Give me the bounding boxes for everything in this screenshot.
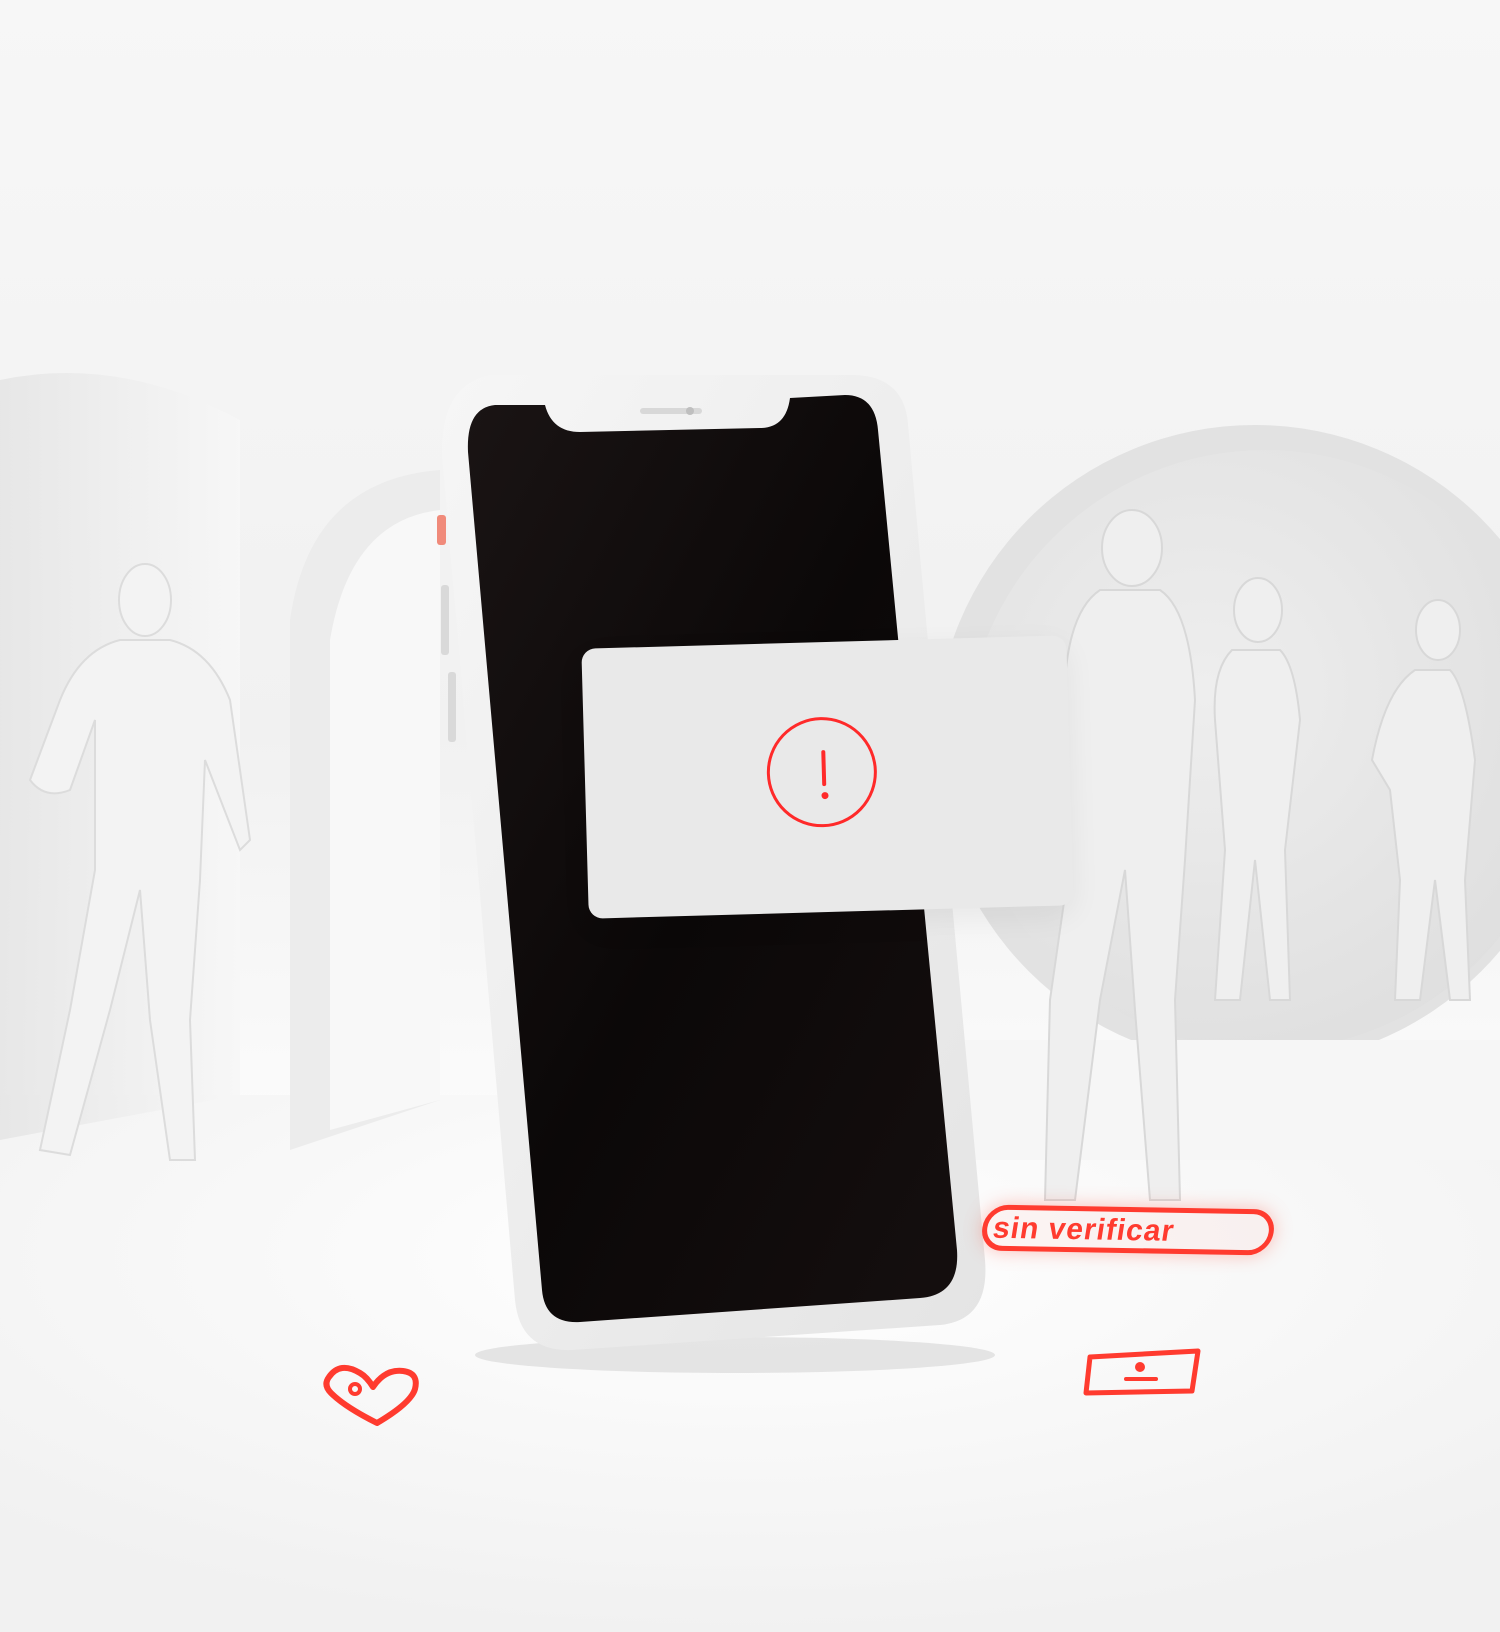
id-card-icon [1083, 1348, 1201, 1396]
unverified-badge: sin verificar [978, 1204, 1278, 1256]
exclamation-icon [765, 715, 879, 829]
heart-icon [323, 1364, 419, 1426]
unverified-label: sin verificar [990, 1211, 1177, 1248]
alert-card [581, 635, 1074, 919]
promo-scene: sin verificar [0, 0, 1500, 1632]
